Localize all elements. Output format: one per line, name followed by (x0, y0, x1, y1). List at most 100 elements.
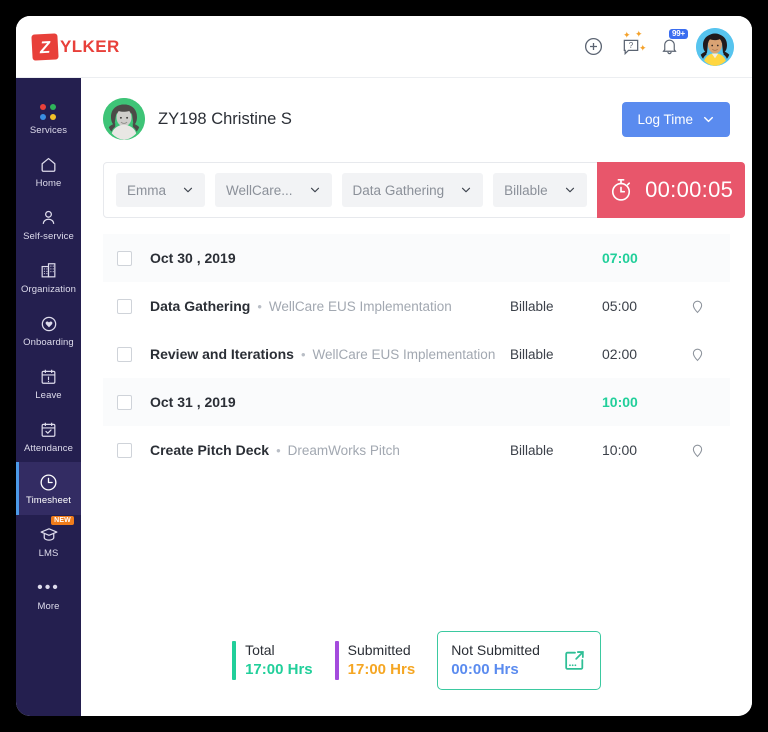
date-label: Oct 30 , 2019 (150, 250, 236, 266)
summary-submitted: Submitted 17:00 Hrs (334, 640, 416, 680)
sidebar-item-organization[interactable]: Organization (16, 251, 81, 304)
handshake-heart-icon (18, 313, 79, 335)
sidebar-item-label: Services (29, 125, 68, 136)
sidebar-nav: Services Home Self-service Organization … (16, 78, 81, 716)
filter-timer-bar: Emma WellCare... Data Gathering Billable (103, 162, 745, 218)
sidebar-item-services[interactable]: Services (16, 92, 81, 145)
timer-button[interactable]: 00:00:05 (596, 162, 745, 218)
separator-dot: • (300, 346, 306, 362)
sidebar-item-timesheet[interactable]: Timesheet (16, 462, 81, 516)
total-value: 17:00 Hrs (245, 660, 313, 678)
ellipsis-icon: ••• (37, 579, 60, 597)
log-time-button[interactable]: Log Time (622, 101, 730, 137)
billable-filter-value: Billable (504, 182, 548, 198)
app-window: Z YLKER ✦ ✦ ✦ ? 99+ Services Home Self-s… (16, 16, 752, 716)
sidebar-item-lms[interactable]: NEW LMS (16, 515, 81, 568)
sidebar-item-more[interactable]: ••• More (16, 568, 81, 621)
table-row[interactable]: Data Gathering • WellCare EUS Implementa… (103, 282, 730, 330)
stopwatch-icon (612, 179, 631, 201)
sidebar-item-label: LMS (38, 548, 59, 560)
zylker-logo-mark: Z (31, 32, 59, 61)
chevron-down-icon (462, 187, 471, 193)
sidebar-item-label: Leave (35, 389, 62, 401)
entry-hours: 05:00 (602, 298, 638, 314)
billable-status: Billable (510, 442, 554, 458)
task-name: Create Pitch Deck (150, 442, 270, 458)
billable-status: Billable (510, 298, 554, 314)
job-filter-dropdown[interactable]: Data Gathering (341, 173, 484, 207)
notifications-icon[interactable]: 99+ (658, 28, 688, 58)
sidebar-item-label: Onboarding (23, 336, 74, 348)
sidebar-item-self-service[interactable]: Self-service (16, 198, 81, 251)
employee-identity: ZY198 Christine S (103, 98, 292, 140)
brand-name: YLKER (60, 36, 120, 56)
person-icon (18, 207, 79, 229)
chevron-down-icon (310, 187, 319, 193)
main-content: ZY198 Christine S Log Time Emma WellCare… (81, 78, 752, 716)
project-name: WellCare EUS Implementation (312, 346, 496, 362)
log-time-label: Log Time (637, 111, 693, 127)
top-bar: Z YLKER ✦ ✦ ✦ ? 99+ (16, 16, 752, 78)
location-pin-icon[interactable] (676, 299, 718, 314)
submitted-color-bar (334, 640, 339, 680)
sidebar-item-label: Organization (20, 283, 77, 295)
table-row[interactable]: Review and Iterations • WellCare EUS Imp… (103, 330, 730, 378)
home-icon (18, 154, 79, 176)
submitted-value: 17:00 Hrs (347, 660, 416, 678)
chevron-down-icon (704, 116, 713, 122)
notification-count-badge: 99+ (669, 28, 688, 40)
page-header: ZY198 Christine S Log Time (103, 98, 730, 140)
export-icon[interactable] (562, 648, 587, 673)
sidebar-item-attendance[interactable]: Attendance (16, 410, 81, 463)
separator-dot: • (257, 298, 262, 314)
timer-value: 00:00:05 (645, 177, 734, 202)
calendar-check-icon (18, 419, 79, 441)
building-icon (18, 260, 79, 282)
date-label: Oct 31 , 2019 (150, 394, 236, 410)
sidebar-item-home[interactable]: Home (16, 145, 81, 198)
user-filter-dropdown[interactable]: Emma (116, 173, 206, 207)
date-group-checkbox[interactable] (117, 394, 132, 410)
sidebar-item-label: Attendance (23, 442, 74, 454)
clock-icon (18, 471, 79, 493)
project-filter-value: WellCare... (226, 182, 293, 198)
entry-hours: 02:00 (602, 346, 638, 362)
help-icon[interactable]: ✦ ✦ ✦ ? (620, 29, 647, 58)
brand-logo[interactable]: Z YLKER (31, 32, 120, 61)
date-group-checkbox[interactable] (117, 250, 132, 266)
entry-checkbox[interactable] (117, 442, 132, 458)
date-group-header: Oct 30 , 2019 07:00 (103, 234, 730, 282)
total-color-bar (232, 640, 237, 680)
separator-dot: • (276, 442, 281, 458)
sidebar-item-onboarding[interactable]: Onboarding (16, 304, 81, 357)
project-name: WellCare EUS Implementation (268, 298, 452, 314)
top-bar-actions: ✦ ✦ ✦ ? 99+ (582, 27, 734, 66)
body: Services Home Self-service Organization … (16, 78, 752, 716)
date-group-header: Oct 31 , 2019 10:00 (103, 378, 730, 426)
sidebar-item-label: More (37, 601, 60, 613)
add-icon[interactable] (582, 36, 604, 58)
chevron-down-icon (565, 187, 574, 193)
summary-total: Total 17:00 Hrs (232, 640, 313, 680)
task-name: Review and Iterations (150, 346, 294, 362)
location-pin-icon[interactable] (676, 347, 718, 362)
project-filter-dropdown[interactable]: WellCare... (215, 173, 332, 207)
page-title: ZY198 Christine S (158, 109, 292, 128)
user-avatar-topbar[interactable] (696, 27, 734, 66)
sidebar-item-leave[interactable]: Leave (16, 357, 81, 410)
color-dots-icon (18, 101, 79, 123)
not-submitted-label: Not Submitted (451, 641, 540, 658)
total-label: Total (245, 641, 275, 658)
submitted-label: Submitted (347, 641, 411, 658)
table-row[interactable]: Create Pitch Deck • DreamWorks Pitch Bil… (103, 426, 730, 474)
billable-filter-dropdown[interactable]: Billable (493, 173, 587, 207)
sparkle-decoration: ✦ (639, 42, 647, 53)
graduation-cap-icon (18, 524, 79, 546)
new-badge: NEW (51, 516, 74, 526)
entry-checkbox[interactable] (117, 298, 132, 314)
not-submitted-value: 00:00 Hrs (451, 660, 519, 678)
location-pin-icon[interactable] (676, 443, 718, 458)
summary-not-submitted[interactable]: Not Submitted 00:00 Hrs (437, 630, 601, 690)
entry-checkbox[interactable] (117, 346, 132, 362)
billable-status: Billable (510, 346, 554, 362)
